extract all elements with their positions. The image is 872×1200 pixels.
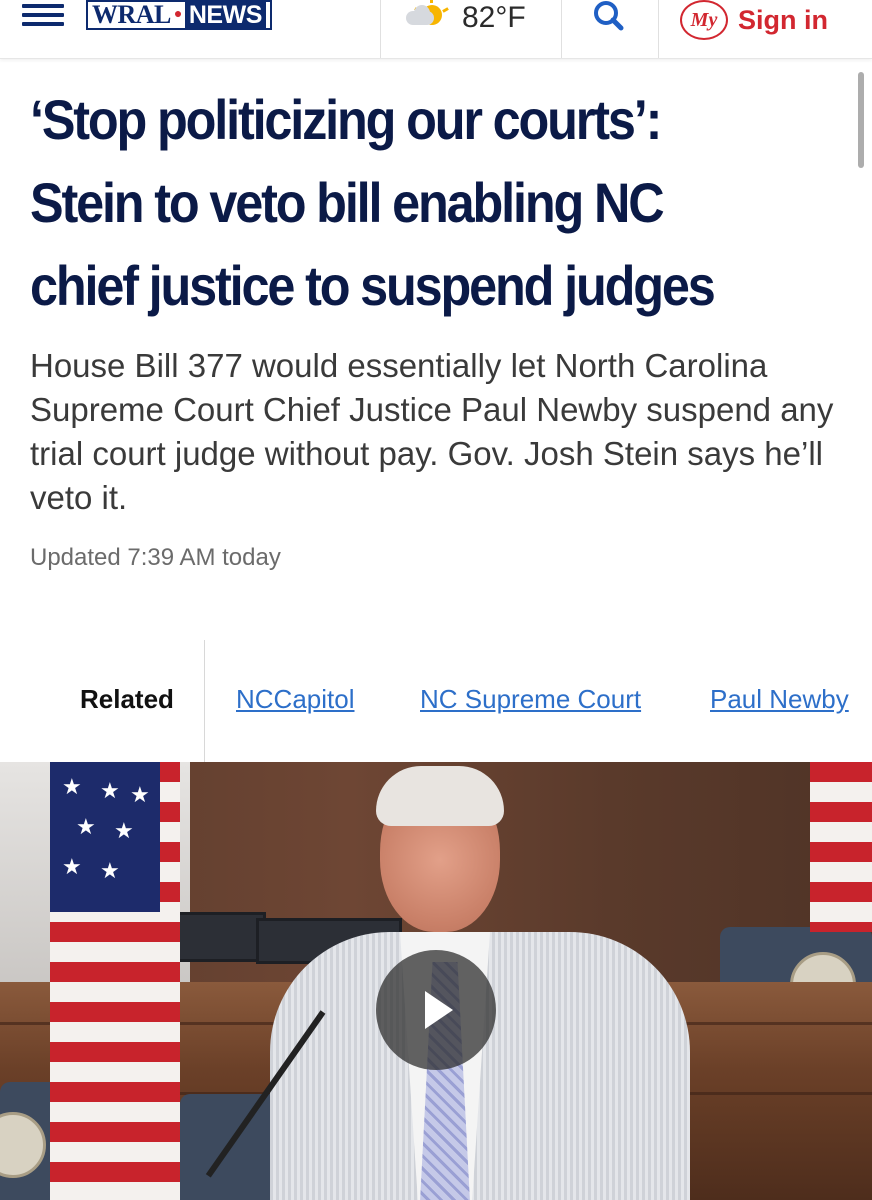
logo-wral-text: WRAL	[92, 0, 171, 29]
american-flag	[810, 762, 872, 932]
article-video[interactable]: ★ ★ ★ ★ ★ ★ ★	[0, 762, 872, 1200]
logo-dot: ●	[173, 7, 182, 22]
related-tag-nc-supreme-court[interactable]: NC Supreme Court	[420, 684, 641, 715]
article-headline: ‘Stop politicizing our courts’: Stein to…	[30, 88, 716, 317]
video-play-button[interactable]	[376, 950, 496, 1070]
american-flag: ★ ★ ★ ★ ★ ★ ★	[50, 762, 180, 1200]
top-navigation-bar: WRAL ● NEWS 82°F My Sign in	[0, 0, 872, 59]
partly-cloudy-icon	[404, 0, 449, 33]
related-tag-paul-newby[interactable]: Paul Newby	[710, 684, 849, 715]
logo-news-text: NEWS	[184, 0, 266, 30]
article-subheadline: House Bill 377 would essentially let Nor…	[30, 347, 834, 516]
related-tags-row: Related NCCapitol NC Supreme Court Paul …	[0, 640, 872, 762]
search-button[interactable]	[590, 0, 630, 34]
search-icon	[594, 1, 624, 31]
header-divider	[380, 0, 381, 58]
related-tag-nccapitol[interactable]: NCCapitol	[236, 684, 355, 715]
temperature-readout: 82°F	[462, 1, 526, 34]
hamburger-menu-icon[interactable]	[22, 4, 66, 28]
sign-in-label: Sign in	[738, 4, 828, 35]
weather-widget[interactable]: 82°F	[404, 0, 526, 36]
header-divider	[561, 0, 562, 58]
related-label: Related	[80, 684, 174, 714]
header-divider	[658, 0, 659, 58]
wral-news-logo[interactable]: WRAL ● NEWS	[86, 0, 272, 30]
page-scrollbar[interactable]	[858, 72, 864, 168]
related-divider	[204, 640, 205, 762]
play-icon	[425, 991, 453, 1029]
updated-timestamp: Updated 7:39 AM today	[30, 544, 281, 571]
sign-in-button[interactable]: My Sign in	[680, 0, 828, 40]
my-wral-badge-icon: My	[680, 0, 728, 40]
